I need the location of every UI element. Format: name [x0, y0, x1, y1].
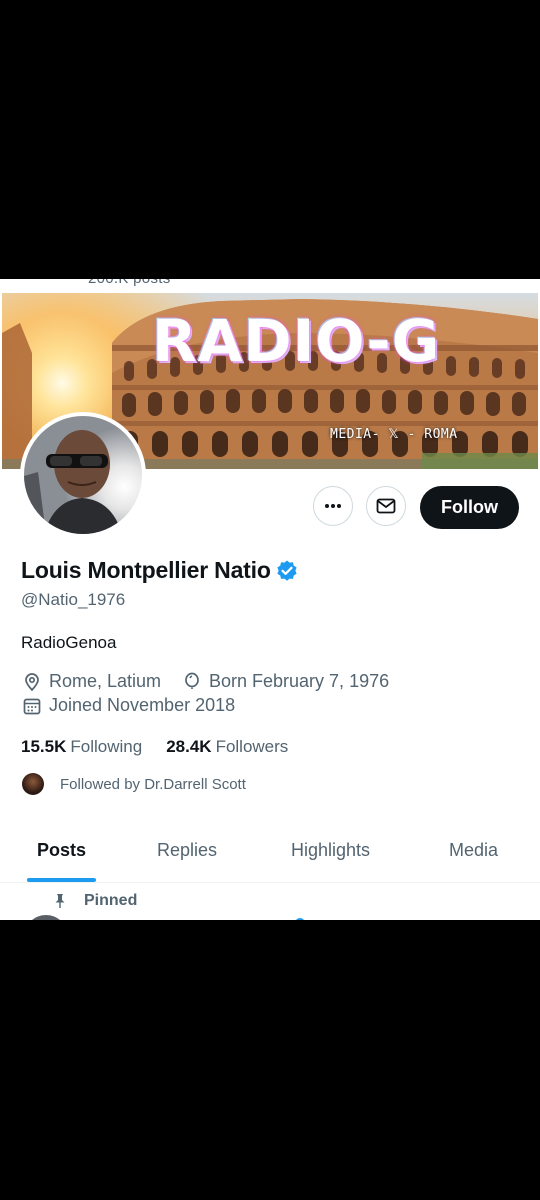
follow-button[interactable]: Follow: [420, 486, 519, 529]
bio: RadioGenoa: [21, 633, 117, 652]
tab-highlights[interactable]: Highlights: [291, 840, 370, 861]
pin-icon: [55, 894, 65, 908]
followed-by[interactable]: Followed by Dr.Darrell Scott: [22, 773, 246, 795]
post-count-cut: 200.K posts: [88, 279, 171, 287]
birthday-meta: Born February 7, 1976: [182, 671, 389, 692]
display-name: Louis Montpellier Natio: [21, 557, 271, 583]
message-button[interactable]: [366, 486, 406, 526]
name-row: Louis Montpellier Natio: [21, 557, 299, 584]
cut-header-strip: 200.K posts: [0, 279, 540, 293]
tab-media[interactable]: Media: [449, 840, 498, 861]
location-meta: Rome, Latium: [22, 671, 161, 692]
pinned-label: Pinned: [52, 892, 137, 910]
follow-counts: 15.5K Following 28.4K Followers: [21, 737, 288, 757]
more-icon: [325, 504, 341, 508]
balloon-icon: [185, 672, 199, 689]
following-count: 15.5K: [21, 737, 67, 756]
profile-avatar[interactable]: [20, 412, 146, 538]
pinned-post-avatar[interactable]: [24, 915, 68, 920]
birthday-text: Born February 7, 1976: [209, 671, 390, 691]
location-text: Rome, Latium: [49, 671, 162, 691]
pinned-post-verified-peek: [295, 918, 305, 920]
envelope-icon: [376, 498, 396, 514]
followers-label: Followers: [215, 737, 289, 756]
tab-posts[interactable]: Posts: [37, 840, 86, 861]
banner-subtitle: MEDIA- 𝕏 - ROMA: [330, 427, 458, 442]
followers-count: 28.4K: [166, 737, 212, 756]
banner-title: RADIO-G: [152, 307, 441, 375]
handle: @Natio_1976: [21, 590, 126, 609]
tab-replies[interactable]: Replies: [157, 840, 217, 861]
avatar-portrait: [24, 430, 122, 534]
follower-avatar: [22, 773, 44, 795]
following-link[interactable]: 15.5K Following: [21, 737, 142, 757]
verified-badge-icon[interactable]: [275, 559, 299, 583]
active-tab-indicator: [27, 878, 96, 882]
profile-screenshot: 200.K posts: [0, 279, 540, 920]
joined-meta: Joined November 2018: [22, 695, 235, 716]
location-pin-icon: [25, 672, 39, 691]
pinned-text: Pinned: [84, 892, 138, 909]
calendar-icon: [23, 698, 41, 714]
followers-link[interactable]: 28.4K Followers: [166, 737, 288, 757]
followed-by-text: Followed by Dr.Darrell Scott: [60, 775, 246, 793]
joined-text: Joined November 2018: [49, 695, 236, 715]
following-label: Following: [70, 737, 143, 756]
more-button[interactable]: [313, 486, 353, 526]
profile-tabs: Posts Replies Highlights Media: [0, 834, 540, 883]
